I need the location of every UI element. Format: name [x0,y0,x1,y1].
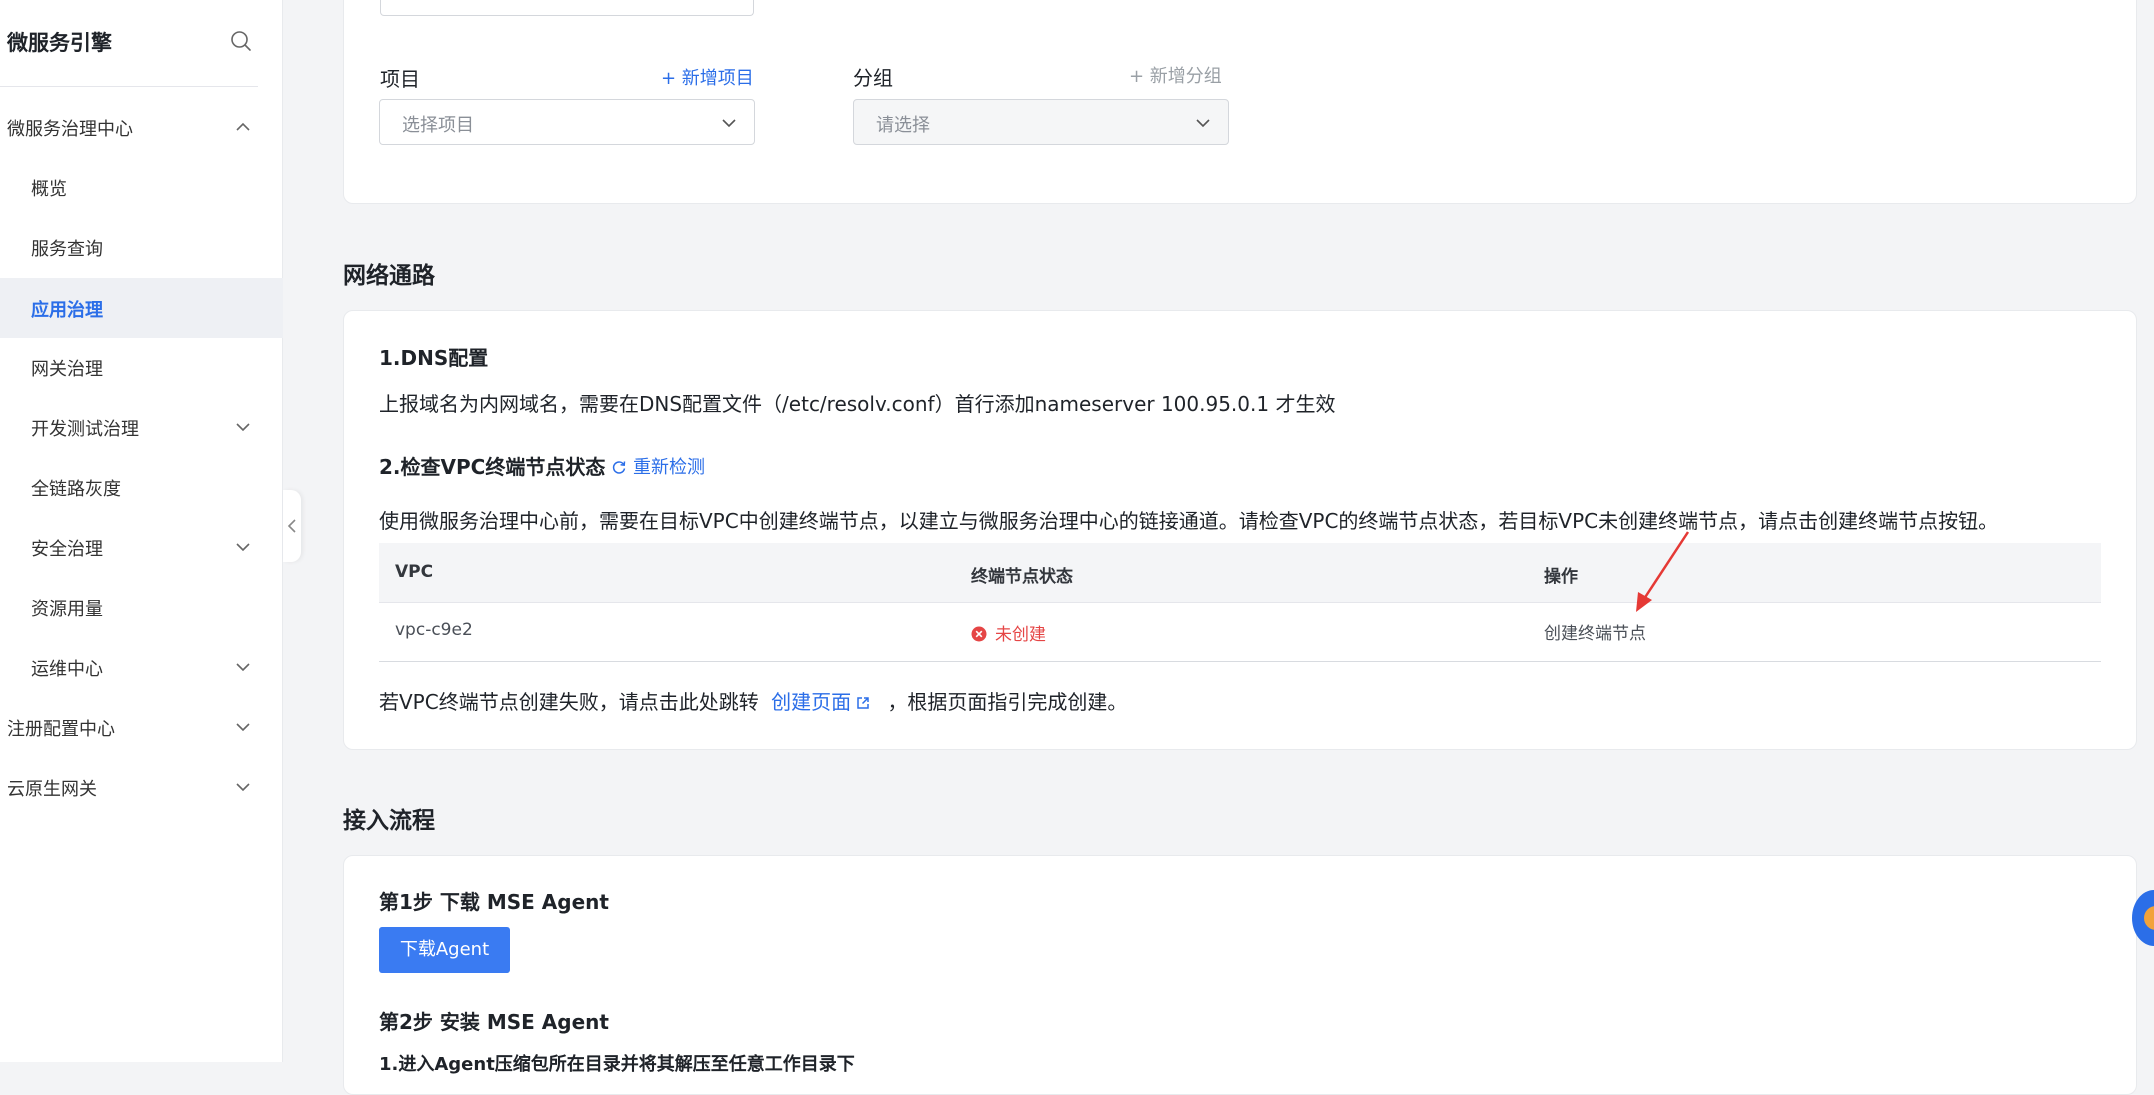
column-header-action: 操作 [1544,567,1578,587]
create-endpoint-link[interactable]: 创建终端节点 [1544,619,1646,644]
sidebar-item-registry-config[interactable]: 注册配置中心 [0,697,283,757]
add-group-link[interactable]: + 新增分组 [1129,62,1222,88]
fail-hint-text: 若VPC终端节点创建失败，请点击此处跳转 创建页面 ，根据页面指引完成创建。 [379,686,1127,715]
group-label: 分组 [853,66,893,90]
sidebar-item-label: 微服务治理中心 [7,119,133,140]
sidebar-item-label: 注册配置中心 [7,719,115,740]
table-header: VPC 终端节点状态 操作 [379,543,2101,603]
sidebar-item-label: 安全治理 [31,539,103,560]
fail-hint-prefix: 若VPC终端节点创建失败，请点击此处跳转 [379,690,759,714]
recheck-label: 重新检测 [633,457,705,478]
refresh-icon [612,461,626,474]
sidebar-item-label: 服务查询 [31,239,103,260]
sidebar-title: 微服务引擎 [7,31,112,55]
chevron-down-icon [236,663,250,672]
project-select[interactable]: 选择项目 [379,99,755,145]
chevron-down-icon [722,119,736,128]
step2-title: 第2步 安装 MSE Agent [379,1010,609,1034]
endpoint-status-text: 未创建 [995,625,1046,645]
recheck-link[interactable]: 重新检测 [611,453,705,479]
project-label: 项目 [380,67,420,91]
dns-config-text: 上报域名为内网域名，需要在DNS配置文件（/etc/resolv.conf）首行… [379,392,1336,416]
sidebar-item-label: 运维中心 [31,659,103,680]
sidebar-item-service-query[interactable]: 服务查询 [0,217,283,277]
sidebar-item-dev-test-governance[interactable]: 开发测试治理 [0,397,283,457]
search-icon[interactable] [230,30,252,52]
sidebar-item-ops-center[interactable]: 运维中心 [0,637,283,697]
group-select-placeholder: 请选择 [876,115,930,136]
chevron-down-icon [1196,119,1210,128]
sidebar-item-resource-usage[interactable]: 资源用量 [0,577,283,637]
sidebar-item-cloud-native-gateway[interactable]: 云原生网关 [0,757,283,817]
fail-hint-suffix: ，根据页面指引完成创建。 [887,690,1128,714]
step1-title: 第1步 下载 MSE Agent [379,890,609,914]
access-section-title: 接入流程 [343,808,435,834]
external-link-icon [857,697,869,709]
endpoint-status-cell: 未创建 [971,620,1046,645]
sidebar-item-overview[interactable]: 概览 [0,157,283,217]
sidebar-item-microservice-governance[interactable]: 微服务治理中心 [0,97,283,157]
annotation-arrow-icon [1636,531,1690,612]
column-header-endpoint-status: 终端节点状态 [971,567,1073,587]
create-page-link[interactable]: 创建页面 [771,690,871,714]
sidebar-header: 微服务引擎 [0,0,258,87]
sidebar-item-label: 网关治理 [31,359,103,380]
sidebar-item-label: 云原生网关 [7,779,97,800]
dns-config-title: 1.DNS配置 [379,346,489,370]
sidebar: 微服务引擎 微服务治理中心 概览 服务查询 应用治理 网关治理 开发测试治理 全… [0,0,283,1062]
assistant-avatar-icon [2144,906,2154,930]
chevron-down-icon [236,423,250,432]
vpc-id-cell: vpc-c9e2 [395,620,473,640]
sidebar-item-label: 资源用量 [31,599,103,620]
sidebar-item-gateway-governance[interactable]: 网关治理 [0,337,283,397]
network-section-title: 网络通路 [343,263,435,289]
chevron-down-icon [236,783,250,792]
vpc-endpoint-table: VPC 终端节点状态 操作 vpc-c9e2 未创建 创建终端节点 [379,543,2101,662]
chevron-down-icon [236,543,250,552]
group-select[interactable]: 请选择 [853,99,1229,145]
previous-field-input[interactable] [380,0,754,16]
step2-subtitle: 1.进入Agent压缩包所在目录并将其解压至任意工作目录下 [379,1054,855,1075]
chevron-down-icon [236,723,250,732]
download-agent-button[interactable]: 下载Agent [379,927,510,973]
sidebar-item-label: 应用治理 [31,300,103,321]
vpc-check-text: 使用微服务治理中心前，需要在目标VPC中创建终端节点，以建立与微服务治理中心的链… [379,509,1999,533]
chevron-left-icon [287,519,296,533]
sidebar-item-full-link-gray[interactable]: 全链路灰度 [0,457,283,517]
vpc-check-title: 2.检查VPC终端节点状态 [379,455,606,479]
sidebar-collapse-toggle[interactable] [283,490,301,562]
column-header-vpc: VPC [395,562,434,582]
sidebar-item-label: 开发测试治理 [31,419,139,440]
chevron-up-icon [236,122,250,131]
sidebar-item-label: 概览 [31,179,67,200]
create-page-link-label: 创建页面 [771,690,852,714]
add-project-link[interactable]: + 新增项目 [661,64,754,90]
sidebar-item-security-governance[interactable]: 安全治理 [0,517,283,577]
sidebar-item-app-governance[interactable]: 应用治理 [0,278,283,338]
error-circle-icon [971,626,987,642]
project-select-placeholder: 选择项目 [402,115,474,136]
sidebar-item-label: 全链路灰度 [31,479,121,500]
